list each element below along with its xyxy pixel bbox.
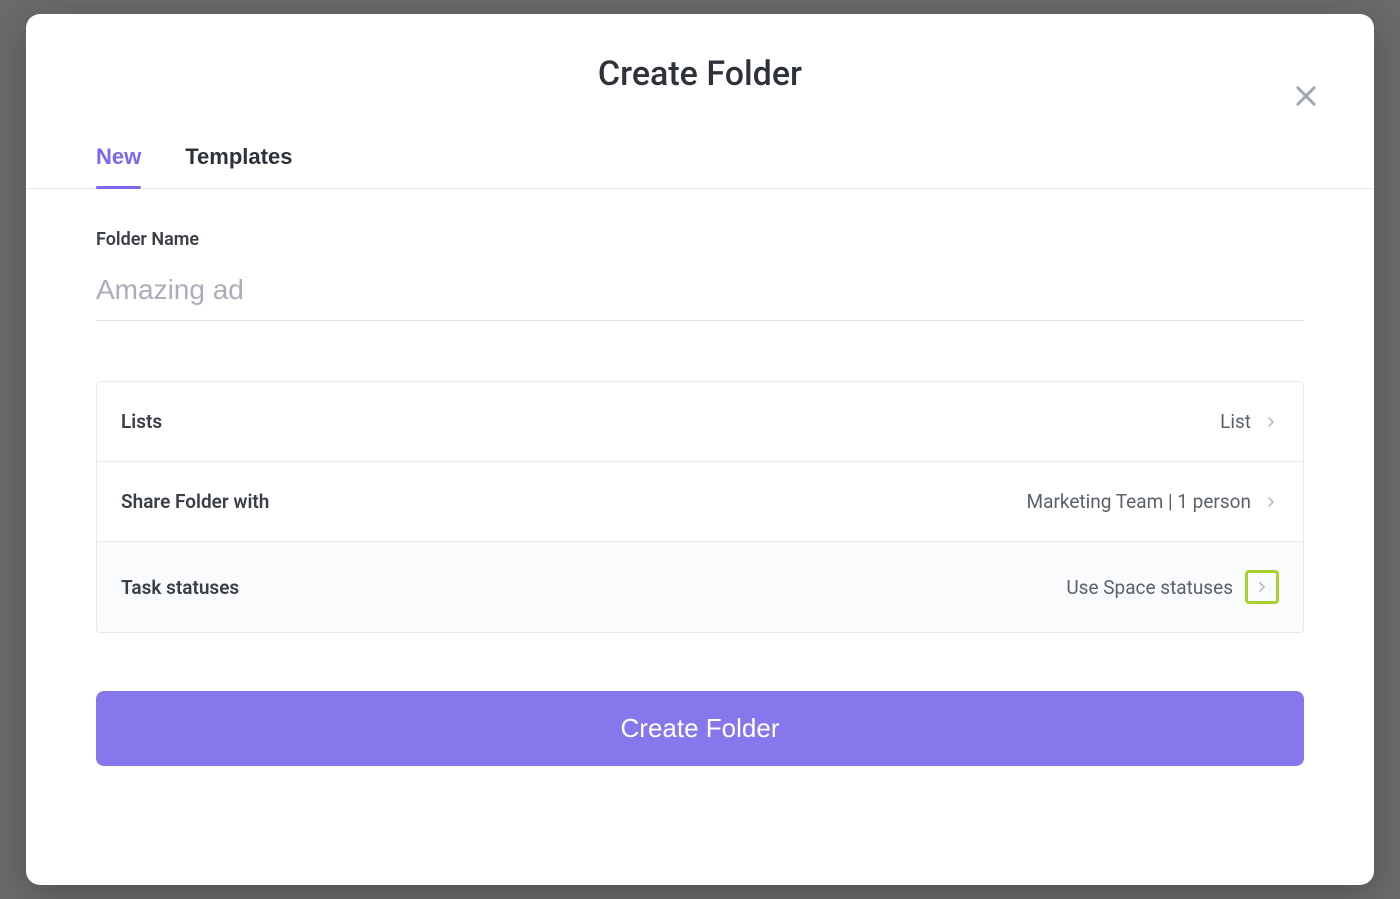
close-icon [1292,82,1320,110]
option-statuses-label: Task statuses [121,576,239,599]
modal-body: Folder Name Lists List Share Folder with… [26,189,1374,885]
create-folder-modal: Create Folder New Templates Folder Name … [26,14,1374,885]
option-lists-right: List [1220,410,1279,433]
option-lists-value: List [1220,410,1251,433]
option-lists-label: Lists [121,410,162,433]
option-share-right: Marketing Team | 1 person [1027,490,1279,513]
chevron-right-icon [1254,579,1270,595]
folder-name-field: Folder Name [96,229,1304,321]
modal-title: Create Folder [598,54,802,94]
statuses-chevron-highlight [1245,570,1279,604]
folder-name-input[interactable] [96,266,1304,321]
chevron-right-icon [1263,494,1279,510]
option-statuses[interactable]: Task statuses Use Space statuses [97,542,1303,632]
tab-new[interactable]: New [96,134,141,188]
folder-name-label: Folder Name [96,229,1304,250]
option-share[interactable]: Share Folder with Marketing Team | 1 per… [97,462,1303,542]
tab-templates[interactable]: Templates [185,134,292,188]
option-statuses-value: Use Space statuses [1066,576,1233,599]
chevron-right-icon [1263,414,1279,430]
option-share-value: Marketing Team | 1 person [1027,490,1251,513]
option-lists[interactable]: Lists List [97,382,1303,462]
submit-row: Create Folder [96,691,1304,766]
create-folder-button[interactable]: Create Folder [96,691,1304,766]
close-button[interactable] [1286,76,1326,116]
option-share-label: Share Folder with [121,490,269,513]
folder-options: Lists List Share Folder with Marketing T… [96,381,1304,633]
modal-header: Create Folder [26,14,1374,134]
option-statuses-right: Use Space statuses [1066,570,1279,604]
tabs: New Templates [26,134,1374,189]
